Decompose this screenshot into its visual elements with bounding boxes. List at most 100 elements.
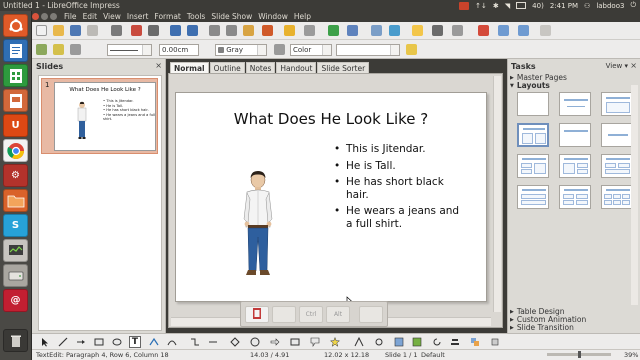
- volume-icon[interactable]: 40): [532, 2, 544, 10]
- rotate-icon[interactable]: [432, 337, 442, 347]
- drive-icon[interactable]: [3, 264, 28, 287]
- lines-arrows-icon[interactable]: [208, 337, 218, 347]
- status-zoom[interactable]: 39%: [624, 351, 638, 359]
- close-window-button[interactable]: [32, 13, 39, 20]
- menu-insert[interactable]: Insert: [124, 12, 152, 21]
- layout-title-only[interactable]: [559, 123, 591, 147]
- ellipse-icon[interactable]: [112, 337, 122, 347]
- tab-slide-sorter[interactable]: Slide Sorter: [317, 62, 370, 73]
- writer-icon[interactable]: [3, 39, 28, 62]
- block-arrows-icon[interactable]: [270, 337, 280, 347]
- menu-help[interactable]: Help: [291, 12, 314, 21]
- calc-icon[interactable]: [3, 64, 28, 87]
- clock[interactable]: 2:41 PM: [550, 2, 578, 10]
- impress-icon[interactable]: [3, 89, 28, 112]
- arrange-icon[interactable]: [470, 337, 480, 347]
- menu-slide-show[interactable]: Slide Show: [208, 12, 255, 21]
- extrusion-icon[interactable]: [490, 337, 500, 347]
- print-icon[interactable]: [148, 25, 159, 36]
- person-image[interactable]: [238, 169, 278, 281]
- user-icon[interactable]: ⚇: [584, 2, 590, 10]
- layout-title-content-2content[interactable]: [559, 154, 591, 178]
- autospellcheck-icon[interactable]: [187, 25, 198, 36]
- tasks-scrollbar[interactable]: [631, 85, 638, 305]
- bluetooth-icon[interactable]: ✱: [493, 2, 499, 10]
- zoom-icon[interactable]: [452, 25, 463, 36]
- layout-title-6content[interactable]: [601, 185, 633, 209]
- menu-tools[interactable]: Tools: [184, 12, 208, 21]
- glue-points-icon[interactable]: [374, 337, 384, 347]
- shadow-icon[interactable]: [406, 44, 417, 55]
- export-pdf-icon[interactable]: [131, 25, 142, 36]
- ctrl-button[interactable]: Ctrl: [299, 306, 323, 323]
- symbol-shapes-icon[interactable]: [250, 337, 260, 347]
- menu-file[interactable]: File: [61, 12, 80, 21]
- basic-shapes-icon[interactable]: [230, 337, 240, 347]
- user-name[interactable]: labdoo3: [596, 2, 624, 10]
- callouts-icon[interactable]: [310, 337, 320, 347]
- rectangle-icon[interactable]: [94, 337, 104, 347]
- maximize-window-button[interactable]: [50, 13, 57, 20]
- slide-canvas[interactable]: What Does He Look Like ? This is Jitenda…: [175, 92, 487, 307]
- chart-icon[interactable]: [328, 25, 339, 36]
- menu-format[interactable]: Format: [151, 12, 183, 21]
- select-arrow-icon[interactable]: [40, 337, 50, 347]
- menu-window[interactable]: Window: [255, 12, 291, 21]
- curve-icon[interactable]: [167, 337, 177, 347]
- gallery-icon[interactable]: [412, 337, 422, 347]
- layout-title-2content-over-content[interactable]: [601, 154, 633, 178]
- layout-blank[interactable]: [517, 92, 549, 116]
- trash-icon[interactable]: [3, 329, 28, 352]
- image-icon[interactable]: [371, 25, 382, 36]
- menu-edit[interactable]: Edit: [80, 12, 101, 21]
- align-icon[interactable]: [450, 337, 460, 347]
- files-icon[interactable]: [3, 189, 28, 212]
- from-file-image-icon[interactable]: [394, 337, 404, 347]
- bullet-list[interactable]: This is Jitendar. He is Tall. He has sho…: [334, 143, 464, 235]
- layout-title-content[interactable]: [601, 92, 633, 116]
- tab-outline[interactable]: Outline: [209, 62, 245, 73]
- layout-title-content-over-content[interactable]: [517, 185, 549, 209]
- cut-icon[interactable]: [209, 25, 220, 36]
- layout-centered-text[interactable]: [601, 123, 633, 147]
- layout-title-slide[interactable]: [559, 92, 591, 116]
- tab-notes[interactable]: Notes: [245, 62, 276, 73]
- slide-thumbnail-selected[interactable]: 1 What Does He Look Like ? • This is Jit…: [41, 78, 158, 154]
- bullet-item[interactable]: He wears a jeans and a full shirt.: [334, 205, 464, 230]
- spellcheck-icon[interactable]: [170, 25, 181, 36]
- line-style-icon[interactable]: [36, 44, 47, 55]
- layout-title-4content[interactable]: [559, 185, 591, 209]
- toolbar-slot-icon[interactable]: [245, 306, 269, 323]
- arrow-style-icon[interactable]: [70, 44, 81, 55]
- area-fill-select[interactable]: [336, 44, 400, 56]
- help-icon[interactable]: [540, 25, 551, 36]
- line-color-select[interactable]: Gray: [215, 44, 267, 56]
- slide-thumbnail[interactable]: What Does He Look Like ? • This is Jiten…: [54, 82, 156, 151]
- alt-button[interactable]: Alt: [326, 306, 350, 323]
- points-icon[interactable]: [354, 337, 364, 347]
- mail-document-icon[interactable]: [87, 25, 98, 36]
- helplines-icon[interactable]: [518, 25, 529, 36]
- bullet-item[interactable]: He has short black hair.: [334, 176, 464, 201]
- toolbar-slot-button[interactable]: [272, 306, 296, 323]
- area-style-select[interactable]: Color: [290, 44, 332, 56]
- software-center-icon[interactable]: U: [3, 114, 28, 137]
- undo-icon[interactable]: [284, 25, 295, 36]
- media-icon[interactable]: [389, 25, 400, 36]
- line-style-select[interactable]: [107, 44, 152, 56]
- flowchart-icon[interactable]: [290, 337, 300, 347]
- tasks-view-menu[interactable]: View ▾: [606, 62, 628, 70]
- layout-title-two-content-selected[interactable]: [517, 123, 549, 147]
- wifi-icon[interactable]: ◥: [505, 2, 510, 10]
- paste-icon[interactable]: [243, 25, 254, 36]
- debian-swirl-icon[interactable]: @: [3, 289, 28, 312]
- slideshow-icon[interactable]: [478, 25, 489, 36]
- skype-icon[interactable]: S: [3, 214, 28, 237]
- section-slide-transition[interactable]: ▶ Slide Transition: [510, 323, 574, 332]
- edit-file-icon[interactable]: [111, 25, 122, 36]
- new-document-icon[interactable]: [36, 25, 47, 36]
- navigator-icon[interactable]: [432, 25, 443, 36]
- vertical-scrollbar[interactable]: [493, 76, 501, 312]
- power-icon[interactable]: ⏻: [630, 1, 636, 10]
- connector-icon[interactable]: [190, 337, 200, 347]
